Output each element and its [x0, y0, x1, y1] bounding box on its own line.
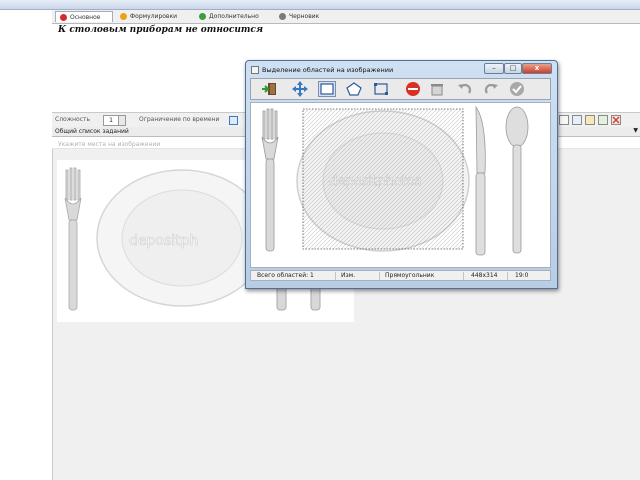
formulations-tab-icon — [120, 13, 127, 20]
dialog-watermark: depositphotos — [329, 174, 421, 189]
confirm-icon — [510, 82, 524, 96]
image-canvas[interactable]: depositphotos — [250, 102, 551, 268]
move-icon — [292, 81, 308, 97]
undo-icon — [458, 83, 472, 94]
task-list-title: Общий список заданий — [55, 128, 129, 135]
status-shape: Прямоугольник — [385, 272, 435, 279]
clear-regions-button[interactable] — [428, 81, 446, 97]
main-tab-icon — [60, 13, 67, 21]
tab-label: Черновик — [289, 13, 320, 20]
dialog-cutlery-image: depositphotos — [261, 105, 529, 256]
delete-region-button[interactable] — [404, 81, 422, 97]
status-mode: Изм. — [341, 272, 356, 279]
knife-icon — [475, 105, 486, 256]
tab-additional[interactable]: Дополнительно — [194, 11, 272, 22]
tab-label: Основное — [70, 13, 101, 21]
crop-tool-button[interactable] — [372, 81, 390, 97]
redo-icon — [484, 83, 498, 94]
rectangle-icon — [320, 83, 334, 95]
tab-main[interactable]: Основное — [55, 11, 113, 22]
task-placeholder: Укажите места на изображении — [58, 141, 161, 148]
crop-icon — [374, 83, 388, 95]
fork-icon — [261, 108, 279, 252]
tab-formulations[interactable]: Формулировки — [115, 11, 192, 22]
tab-draft[interactable]: Черновик — [274, 11, 338, 22]
maximize-button[interactable]: □ — [504, 63, 522, 74]
status-position: 19:0 — [515, 272, 529, 279]
additional-tab-icon — [199, 13, 206, 20]
exit-button[interactable] — [261, 81, 279, 97]
folder-tool-button[interactable] — [585, 115, 595, 125]
clear-icon — [431, 84, 443, 96]
question-text: К столовым приборам не относится — [58, 25, 264, 35]
image-watermark: depositph — [129, 233, 198, 249]
close-button[interactable]: x — [522, 63, 552, 74]
dialog-title: Выделение областей на изображении — [262, 66, 394, 74]
window-icon — [251, 66, 259, 74]
region-selection-dialog[interactable]: Выделение областей на изображении – □ x — [245, 60, 558, 289]
delete-icon — [406, 82, 420, 96]
fork-icon — [64, 167, 82, 311]
move-button[interactable] — [291, 81, 309, 97]
redo-button[interactable] — [482, 81, 500, 97]
polygon-tool-button[interactable] — [345, 81, 363, 97]
draft-tab-icon — [279, 13, 286, 20]
tab-label: Дополнительно — [209, 13, 259, 20]
tab-bar: Основное Формулировки Дополнительно Черн… — [52, 10, 640, 24]
window-top-band — [0, 0, 640, 10]
polygon-icon — [346, 82, 362, 96]
status-total-regions: Всего областей: 1 — [257, 272, 314, 279]
status-size: 448x314 — [471, 272, 498, 279]
difficulty-spinner[interactable] — [118, 115, 126, 126]
minimize-button[interactable]: – — [484, 63, 504, 74]
exit-icon — [262, 83, 276, 95]
confirm-button[interactable] — [508, 81, 526, 97]
time-limit-checkbox[interactable] — [229, 116, 238, 125]
left-blank-pane — [0, 12, 51, 480]
spoon-icon — [505, 106, 529, 254]
delete-tool-button[interactable] — [611, 115, 621, 125]
image-tool-button[interactable] — [559, 115, 569, 125]
difficulty-label: Сложность — [55, 116, 91, 123]
dialog-status-bar: Всего областей: 1 Изм. Прямоугольник 448… — [250, 270, 551, 281]
time-limit-label: Ограничение по времени — [139, 116, 220, 123]
dialog-toolbar — [250, 78, 551, 100]
undo-button[interactable] — [456, 81, 474, 97]
copy-tool-button[interactable] — [572, 115, 582, 125]
rectangle-tool-button[interactable] — [318, 81, 336, 97]
close-icon — [612, 116, 620, 124]
add-tool-button[interactable] — [598, 115, 608, 125]
chevron-down-icon[interactable]: ▼ — [633, 127, 638, 134]
difficulty-input[interactable]: 1 — [103, 115, 119, 126]
tab-label: Формулировки — [130, 13, 177, 20]
